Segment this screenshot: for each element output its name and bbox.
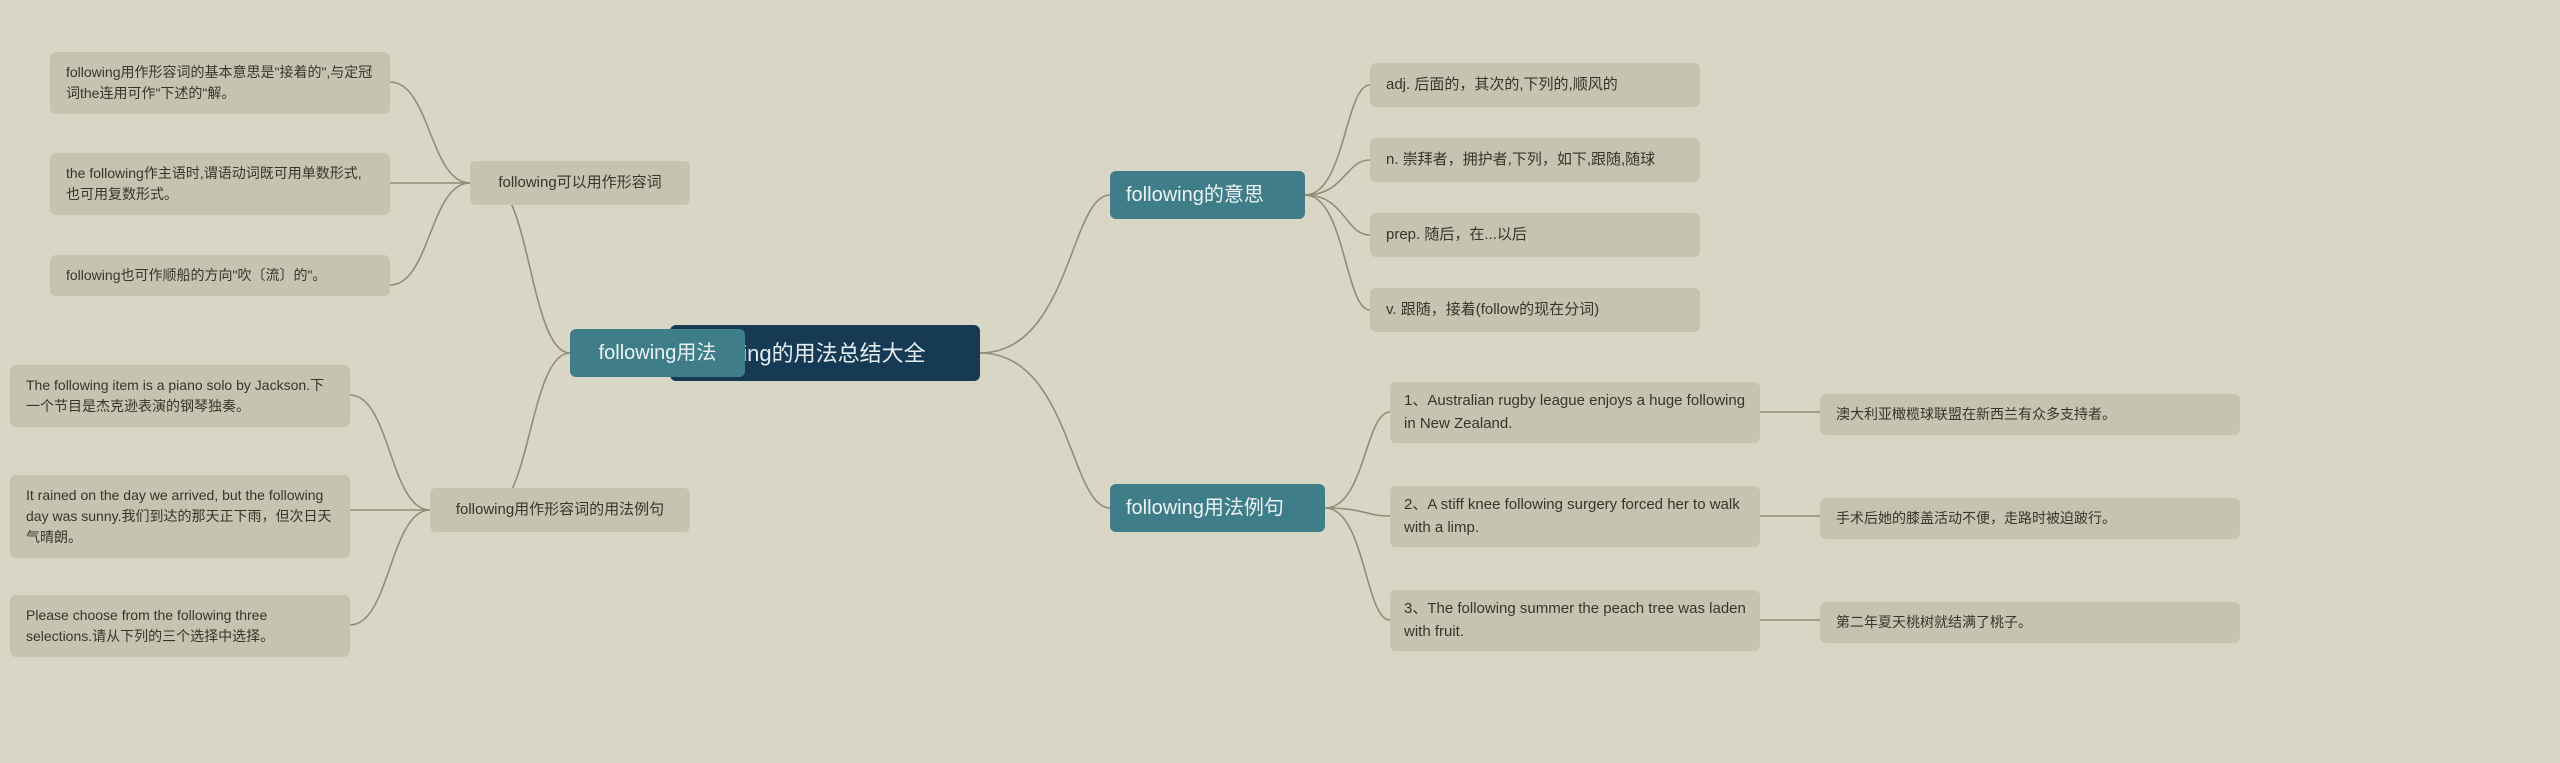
- branch-meaning[interactable]: following的意思: [1110, 171, 1305, 219]
- leaf-usage-adjex-2[interactable]: Please choose from the following three s…: [10, 595, 350, 657]
- leaf-usage-adj-1[interactable]: the following作主语时,谓语动词既可用单数形式,也可用复数形式。: [50, 153, 390, 215]
- leaf-text: following也可作顺船的方向"吹〔流〕的"。: [66, 265, 326, 286]
- leaf-text: It rained on the day we arrived, but the…: [26, 485, 334, 548]
- leaf-text: 3、The following summer the peach tree wa…: [1404, 598, 1746, 643]
- leaf-usage-adj-0[interactable]: following用作形容词的基本意思是"接着的",与定冠词the连用可作"下述…: [50, 52, 390, 114]
- leaf-meaning-1[interactable]: n. 崇拜者，拥护者,下列，如下,跟随,随球: [1370, 138, 1700, 182]
- branch-examples-label: following用法例句: [1126, 493, 1284, 523]
- branch-meaning-label: following的意思: [1126, 180, 1264, 210]
- leaf-usage-adj-2[interactable]: following也可作顺船的方向"吹〔流〕的"。: [50, 255, 390, 296]
- branch-usage-adj[interactable]: following可以用作形容词: [470, 161, 690, 205]
- leaf-text: prep. 随后，在...以后: [1386, 224, 1527, 247]
- leaf-text: adj. 后面的，其次的,下列的,顺风的: [1386, 74, 1618, 97]
- leaf-example-0-zh[interactable]: 澳大利亚橄榄球联盟在新西兰有众多支持者。: [1820, 394, 2240, 435]
- branch-usage-label: following用法: [599, 338, 717, 368]
- branch-usage-adjex[interactable]: following用作形容词的用法例句: [430, 488, 690, 532]
- branch-label: following可以用作形容词: [498, 172, 661, 195]
- leaf-text: the following作主语时,谓语动词既可用单数形式,也可用复数形式。: [66, 163, 374, 205]
- leaf-example-0-en[interactable]: 1、Australian rugby league enjoys a huge …: [1390, 382, 1760, 443]
- leaf-text: 2、A stiff knee following surgery forced …: [1404, 494, 1746, 539]
- leaf-text: 第二年夏天桃树就结满了桃子。: [1836, 612, 2032, 633]
- leaf-text: 澳大利亚橄榄球联盟在新西兰有众多支持者。: [1836, 404, 2116, 425]
- branch-usage[interactable]: following用法: [570, 329, 745, 377]
- leaf-usage-adjex-0[interactable]: The following item is a piano solo by Ja…: [10, 365, 350, 427]
- leaf-meaning-3[interactable]: v. 跟随，接着(follow的现在分词): [1370, 288, 1700, 332]
- leaf-text: following用作形容词的基本意思是"接着的",与定冠词the连用可作"下述…: [66, 62, 374, 104]
- connector-lines: [0, 0, 2560, 763]
- leaf-text: v. 跟随，接着(follow的现在分词): [1386, 299, 1599, 322]
- leaf-example-1-en[interactable]: 2、A stiff knee following surgery forced …: [1390, 486, 1760, 547]
- leaf-text: 手术后她的膝盖活动不便，走路时被迫跛行。: [1836, 508, 2116, 529]
- mindmap-canvas: following的用法总结大全 following的意思 adj. 后面的，其…: [0, 0, 2560, 763]
- branch-label: following用作形容词的用法例句: [456, 499, 664, 522]
- leaf-text: Please choose from the following three s…: [26, 605, 334, 647]
- leaf-text: The following item is a piano solo by Ja…: [26, 375, 334, 417]
- leaf-example-1-zh[interactable]: 手术后她的膝盖活动不便，走路时被迫跛行。: [1820, 498, 2240, 539]
- branch-examples[interactable]: following用法例句: [1110, 484, 1325, 532]
- leaf-example-2-zh[interactable]: 第二年夏天桃树就结满了桃子。: [1820, 602, 2240, 643]
- leaf-usage-adjex-1[interactable]: It rained on the day we arrived, but the…: [10, 475, 350, 558]
- leaf-text: 1、Australian rugby league enjoys a huge …: [1404, 390, 1746, 435]
- leaf-meaning-2[interactable]: prep. 随后，在...以后: [1370, 213, 1700, 257]
- leaf-text: n. 崇拜者，拥护者,下列，如下,跟随,随球: [1386, 149, 1655, 172]
- leaf-example-2-en[interactable]: 3、The following summer the peach tree wa…: [1390, 590, 1760, 651]
- leaf-meaning-0[interactable]: adj. 后面的，其次的,下列的,顺风的: [1370, 63, 1700, 107]
